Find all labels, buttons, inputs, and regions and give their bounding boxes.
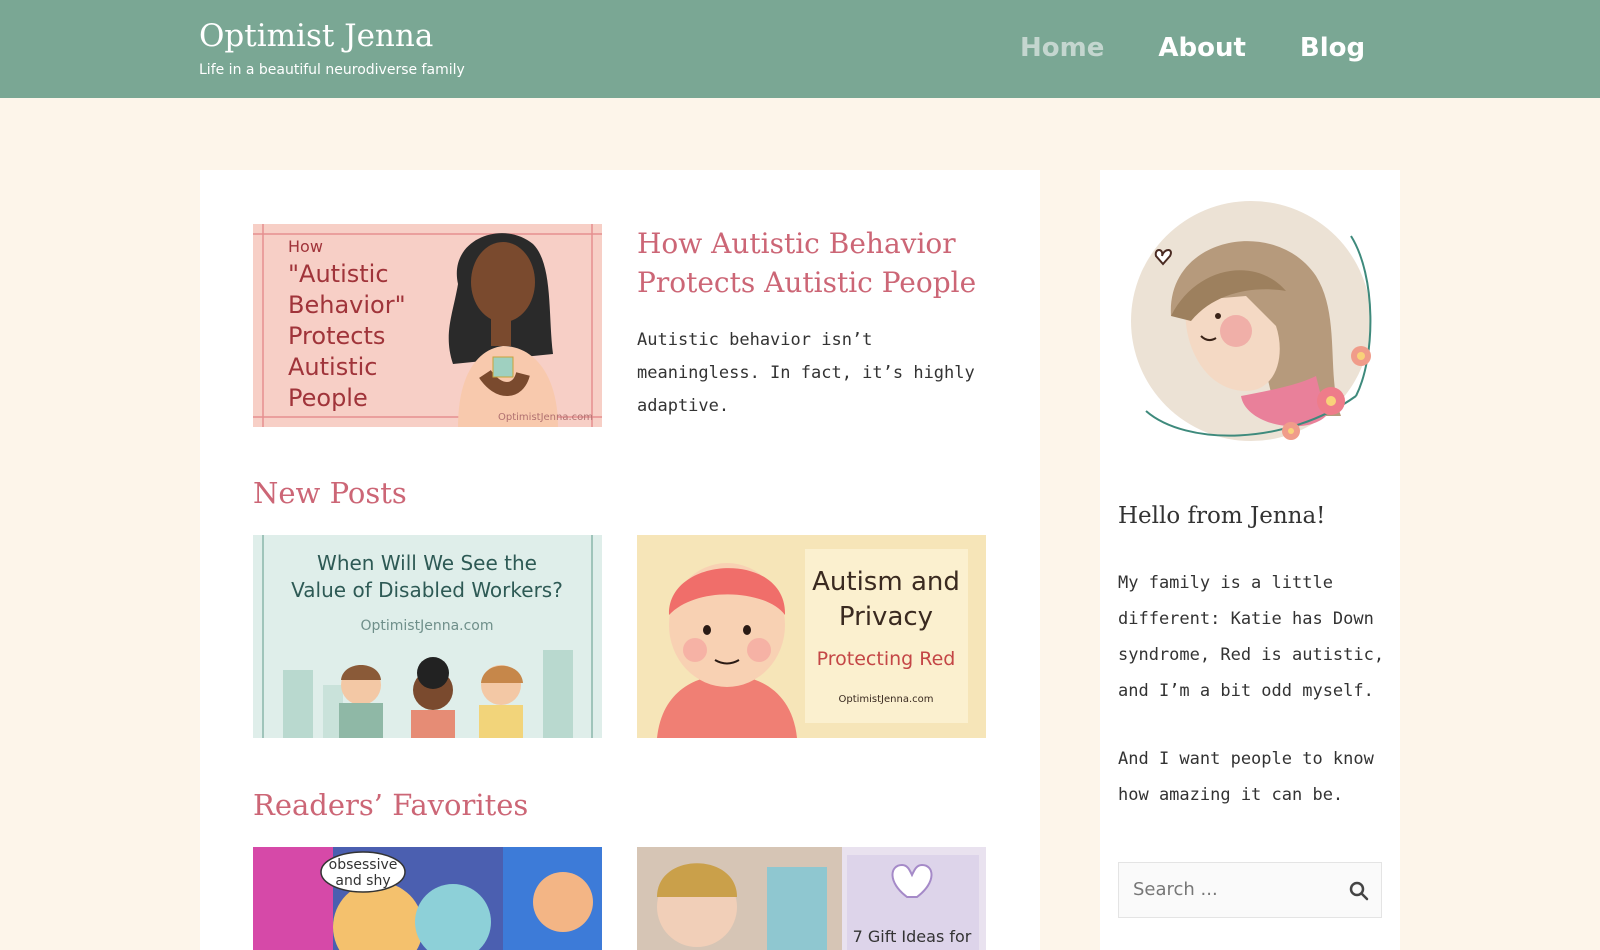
readers-favorites-heading: Readers’ Favorites: [253, 788, 529, 822]
nav-about[interactable]: About: [1158, 30, 1246, 66]
search-icon[interactable]: [1347, 879, 1371, 903]
site-tagline: Life in a beautiful neurodiverse family: [199, 62, 465, 78]
new-post-card-disabled-workers[interactable]: When Will We See the Value of Disabled W…: [253, 535, 602, 738]
featured-post-image[interactable]: How "Autistic Behavior" Protects Autisti…: [253, 224, 602, 427]
featured-post-title[interactable]: How Autistic Behavior Protects Autistic …: [637, 224, 977, 302]
featured-image-text: Autistic: [288, 353, 377, 381]
nav-home[interactable]: Home: [1020, 30, 1104, 66]
jenna-avatar: [1126, 196, 1382, 452]
featured-image-text: Behavior": [288, 291, 406, 319]
site-header: Optimist Jenna Life in a beautiful neuro…: [0, 0, 1600, 98]
main-nav: Home About Blog: [1020, 30, 1419, 66]
featured-post-excerpt: Autistic behavior isn’t meaningless. In …: [637, 330, 975, 416]
sidebar-greeting: Hello from Jenna!: [1118, 503, 1326, 529]
sidebar-bio-paragraph: My family is a little different: Katie h…: [1118, 573, 1385, 701]
sidebar-bio-paragraph: And I want people to know how amazing it…: [1118, 749, 1374, 805]
brand: Optimist Jenna Life in a beautiful neuro…: [199, 18, 465, 78]
favorite-image-text: 7 Gift Ideas for: [853, 927, 972, 946]
new-post-image-text: OptimistJenna.com: [838, 694, 933, 705]
favorite-post-card-gift-ideas[interactable]: 7 Gift Ideas for: [637, 847, 986, 950]
favorite-post-card-obsessive[interactable]: obsessive and shy: [253, 847, 602, 950]
featured-image-watermark: OptimistJenna.com: [498, 412, 593, 423]
featured-image-text: How: [288, 237, 323, 256]
nav-blog[interactable]: Blog: [1300, 30, 1365, 66]
new-post-image-text: Autism and: [812, 567, 960, 597]
site-title[interactable]: Optimist Jenna: [199, 18, 465, 54]
new-post-image-text: Value of Disabled Workers?: [291, 578, 563, 602]
favorite-image-text: and shy: [335, 873, 390, 889]
new-post-image-text: OptimistJenna.com: [360, 618, 493, 634]
new-post-card-autism-privacy[interactable]: Autism and Privacy Protecting Red Optimi…: [637, 535, 986, 738]
featured-image-text: "Autistic: [288, 260, 389, 288]
featured-image-text: People: [288, 384, 368, 412]
new-post-image-text: Privacy: [839, 602, 933, 632]
sidebar-search: [1118, 862, 1382, 918]
search-input[interactable]: [1133, 879, 1333, 900]
favorite-image-text: obsessive: [329, 857, 398, 873]
featured-image-text: Protects: [288, 322, 385, 350]
new-posts-heading: New Posts: [253, 476, 407, 510]
new-post-image-text: When Will We See the: [317, 551, 537, 575]
new-post-image-text: Protecting Red: [817, 648, 956, 670]
